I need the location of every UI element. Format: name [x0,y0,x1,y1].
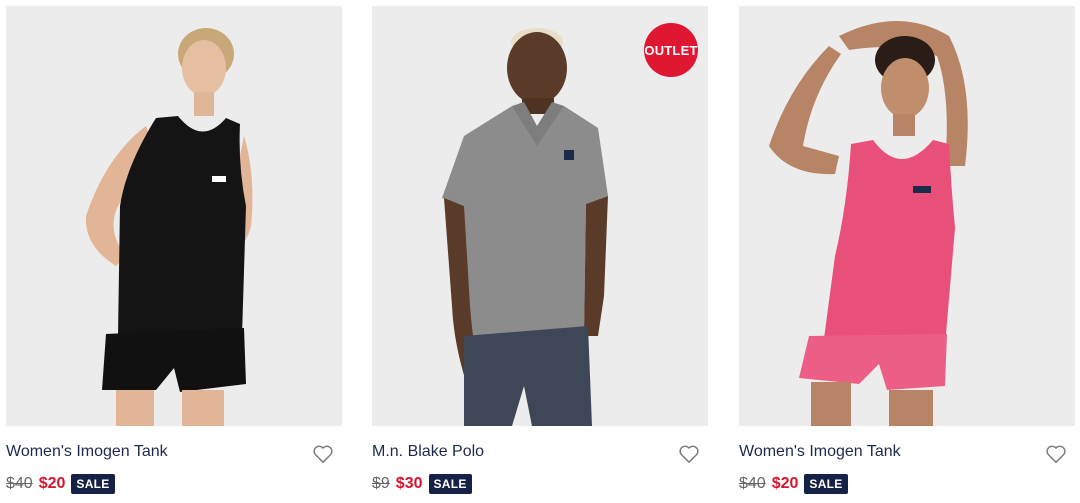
heart-icon[interactable] [312,444,334,464]
heart-icon[interactable] [1045,444,1067,464]
sale-price: $30 [395,475,423,492]
product-name[interactable]: Women's Imogen Tank [6,443,168,461]
sale-badge: SALE [804,474,848,494]
product-card[interactable]: Women's Imogen Tank $40 $20 SALE [739,0,1075,503]
price-row: $40 $20 SALE [6,474,115,494]
price-row: $40 $20 SALE [739,474,848,494]
product-name[interactable]: M.n. Blake Polo [372,443,484,461]
sale-badge: SALE [428,474,472,494]
sale-price: $20 [771,475,799,492]
product-image[interactable] [6,6,342,426]
original-price: $9 [372,475,390,492]
original-price: $40 [6,475,33,492]
product-image[interactable] [739,6,1075,426]
outlet-badge: OUTLET [644,23,698,77]
original-price: $40 [739,475,766,492]
product-name[interactable]: Women's Imogen Tank [739,443,901,461]
sale-badge: SALE [71,474,115,494]
product-image[interactable]: OUTLET [372,6,708,426]
product-card[interactable]: OUTLET M.n. Blake Polo $9 $30 SALE [372,0,708,503]
sale-price: $20 [38,475,66,492]
product-card[interactable]: Women's Imogen Tank $40 $20 SALE [6,0,342,503]
price-row: $9 $30 SALE [372,474,472,494]
heart-icon[interactable] [678,444,700,464]
